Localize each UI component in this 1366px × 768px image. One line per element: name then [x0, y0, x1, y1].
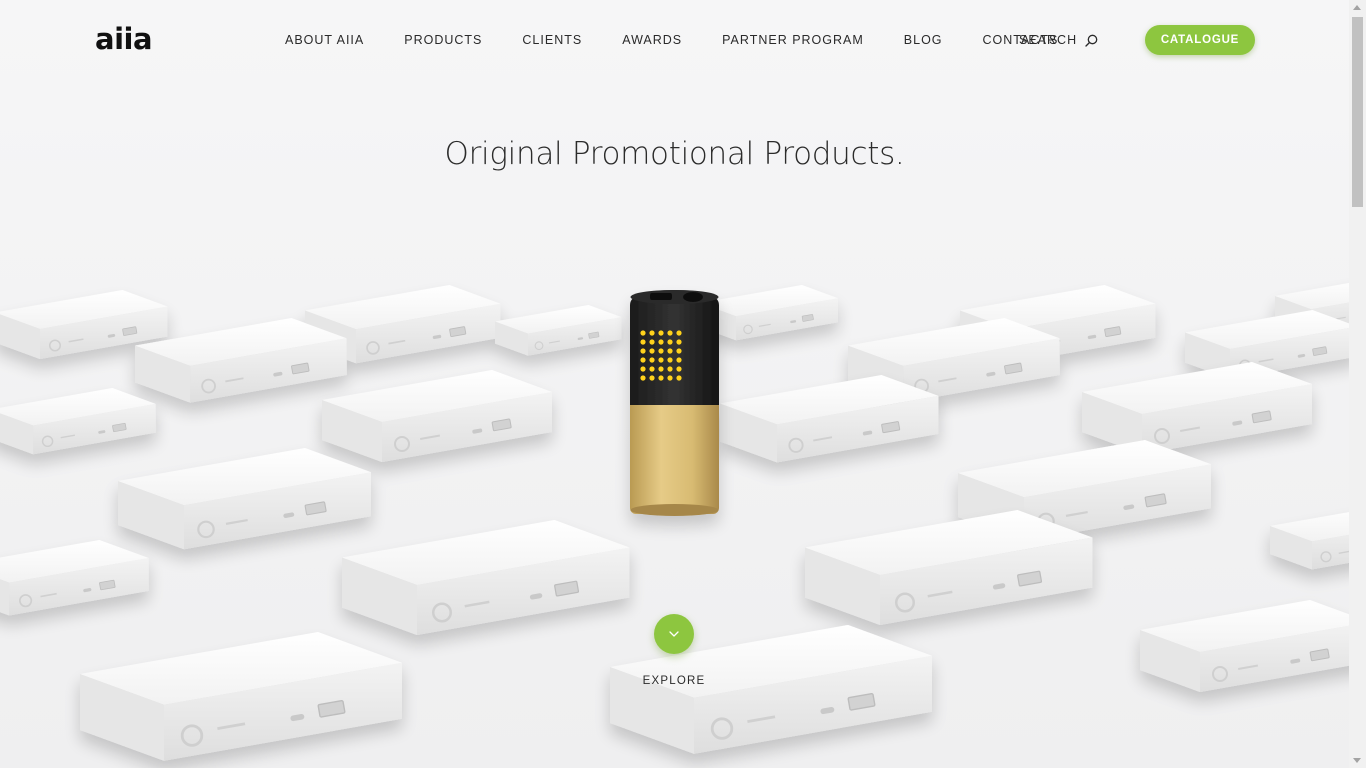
nav-item-partner-program[interactable]: PARTNER PROGRAM — [722, 33, 864, 47]
search-icon — [1085, 34, 1098, 47]
nav-item-awards[interactable]: AWARDS — [622, 33, 682, 47]
featured-product — [630, 290, 719, 516]
search-label: SEARCH — [1019, 33, 1078, 47]
scrollbar-thumb[interactable] — [1352, 17, 1363, 207]
nav-item-blog[interactable]: BLOG — [904, 33, 943, 47]
main-nav: ABOUT AIIA PRODUCTS CLIENTS AWARDS PARTN… — [285, 33, 1098, 47]
logo[interactable]: aiia — [95, 22, 153, 56]
scroll-up-arrow-icon[interactable] — [1353, 5, 1361, 10]
nav-item-about[interactable]: ABOUT AIIA — [285, 33, 364, 47]
nav-item-clients[interactable]: CLIENTS — [522, 33, 582, 47]
page: aiia ABOUT AIIA PRODUCTS CLIENTS AWARDS … — [0, 0, 1349, 768]
scrollbar[interactable] — [1349, 0, 1366, 768]
explore-label[interactable]: EXPLORE — [624, 675, 724, 687]
chevron-down-icon — [669, 631, 679, 637]
scroll-down-arrow-icon[interactable] — [1353, 758, 1361, 763]
site-header: aiia ABOUT AIIA PRODUCTS CLIENTS AWARDS … — [0, 0, 1349, 80]
catalogue-button[interactable]: CATALOGUE — [1145, 25, 1255, 55]
hero-title: Original Promotional Products. — [444, 136, 905, 172]
search-button[interactable]: SEARCH — [1019, 33, 1098, 47]
explore-button[interactable] — [654, 614, 694, 654]
nav-item-products[interactable]: PRODUCTS — [404, 33, 482, 47]
